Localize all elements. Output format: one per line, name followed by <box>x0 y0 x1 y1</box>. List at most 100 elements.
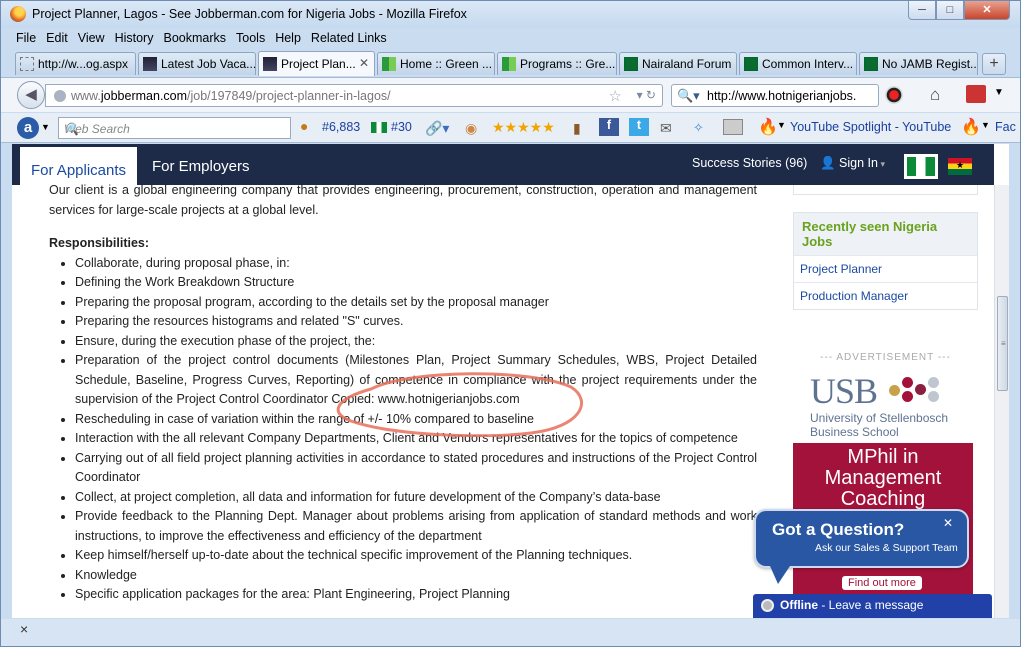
contact-card-icon[interactable] <box>723 119 743 135</box>
url-bar[interactable]: www.jobberman.com/job/197849/project-pla… <box>45 84 663 107</box>
nigeria-flag-icon[interactable] <box>904 154 938 179</box>
list-item: Preparing the proposal program, accordin… <box>75 293 757 313</box>
list-item: Preparing the resources histograms and r… <box>75 312 757 332</box>
chevron-down-icon[interactable]: ▼ <box>981 120 990 130</box>
tab-common-interview[interactable]: Common Interv... <box>739 52 857 75</box>
fire-icon[interactable]: 🔥 <box>758 117 778 137</box>
fire-icon[interactable]: 🔥 <box>961 117 981 137</box>
people-icon <box>382 57 396 71</box>
tab-blog[interactable]: http://w...og.aspx <box>15 52 136 75</box>
recent-job-link[interactable]: Production Manager <box>794 282 977 309</box>
mail-icon[interactable]: ✉ <box>660 120 672 137</box>
tab-label: Latest Job Vaca... <box>161 57 256 71</box>
close-tab-icon[interactable]: ✕ <box>359 56 369 70</box>
alexa-rank[interactable]: #6,883 <box>322 120 360 134</box>
people-icon <box>502 57 516 71</box>
tab-latest-jobs[interactable]: Latest Job Vaca... <box>138 52 256 75</box>
minimize-button[interactable]: ─ <box>908 1 936 20</box>
home-icon[interactable]: ⌂ <box>930 85 940 105</box>
ghana-flag-icon[interactable] <box>948 158 972 175</box>
usb-logo[interactable]: USB University of Stellenbosch Business S… <box>810 370 980 440</box>
menu-file[interactable]: File <box>11 29 41 49</box>
sign-in-link[interactable]: 👤 Sign In ▾ <box>820 156 885 171</box>
tab-label: Common Interv... <box>762 57 854 71</box>
tab-no-jamb[interactable]: No JAMB Regist... <box>859 52 978 75</box>
tab-green-programs[interactable]: Programs :: Gre... <box>497 52 617 75</box>
success-stories-link[interactable]: Success Stories (96) <box>692 156 807 170</box>
reload-icon[interactable]: ▾ ↻ <box>637 88 656 102</box>
list-item: Collect, at project completion, all data… <box>75 488 757 508</box>
link-icon[interactable]: 🔗▾ <box>425 120 449 137</box>
tab-for-employers[interactable]: For Employers <box>152 158 250 175</box>
nairaland-icon <box>744 57 758 71</box>
intro-text: Our client is a global engineering compa… <box>49 183 757 217</box>
rating-stars[interactable]: ★★★★★ <box>492 119 555 136</box>
country-rank[interactable]: #30 <box>391 120 412 134</box>
search-engine-icon[interactable]: 🔍▾ <box>677 88 700 104</box>
search-box[interactable]: 🔍▾ http://www.hotnigerianjobs. <box>671 84 879 107</box>
web-search-input[interactable]: Web Search 🔍 <box>58 117 291 139</box>
recent-job-link[interactable]: Project Planner <box>794 255 977 282</box>
search-input[interactable]: http://www.hotnigerianjobs. <box>707 89 856 103</box>
menu-history[interactable]: History <box>110 29 159 49</box>
offline-chat-bar[interactable]: Offline - Leave a message <box>753 594 992 618</box>
list-item: Collaborate, during proposal phase, in: <box>75 254 757 274</box>
chat-invite-bubble[interactable]: Got a Question? Ask our Sales & Support … <box>754 509 969 584</box>
facebook-toolbar-link[interactable]: Fac <box>995 120 1016 134</box>
scrollbar-thumb[interactable]: ≡ <box>997 296 1008 391</box>
tab-label: http://w...og.aspx <box>38 57 129 71</box>
chevron-down-icon[interactable]: ▼ <box>41 122 50 132</box>
twitter-icon[interactable]: t <box>629 118 649 136</box>
hand-drawn-annotation-circle <box>336 372 583 437</box>
menu-tools[interactable]: Tools <box>231 29 270 49</box>
vertical-scrollbar[interactable]: ≡ <box>994 185 1009 618</box>
addon-icon[interactable] <box>966 85 986 103</box>
new-tab-button[interactable]: + <box>982 53 1006 75</box>
status-icon <box>761 599 774 612</box>
ask-toolbar: a ▼ Web Search 🔍 ● #6,883 #30 🔗▾ ◉ ★★★★★… <box>1 113 1020 143</box>
close-button[interactable]: ✕ <box>964 1 1010 20</box>
search-icon[interactable]: 🔍 <box>64 122 276 136</box>
facebook-icon[interactable]: f <box>599 118 619 136</box>
menu-bar: File Edit View History Bookmarks Tools H… <box>1 29 1020 49</box>
tab-nairaland[interactable]: Nairaland Forum <box>619 52 737 75</box>
house-icon <box>263 57 277 71</box>
alexa-globe-icon[interactable]: ● <box>300 118 308 134</box>
menu-related-links[interactable]: Related Links <box>306 29 392 49</box>
ask-logo-icon[interactable]: a <box>17 117 39 139</box>
tab-project-planner[interactable]: Project Plan... ✕ <box>258 51 375 76</box>
nairaland-icon <box>624 57 638 71</box>
find-out-more-button[interactable]: Find out more <box>842 576 922 590</box>
nigeria-flag-icon <box>371 122 387 133</box>
list-item: Ensure, during the execution phase of th… <box>75 332 757 352</box>
notebook-icon[interactable]: ▮ <box>573 120 581 137</box>
bookmark-star-icon[interactable]: ☆ <box>609 87 622 105</box>
back-button[interactable]: ◀ <box>17 81 45 109</box>
menu-bookmarks[interactable]: Bookmarks <box>158 29 231 49</box>
tab-for-applicants[interactable]: For Applicants <box>20 144 137 185</box>
url-text: www.jobberman.com/job/197849/project-pla… <box>71 89 391 103</box>
menu-view[interactable]: View <box>73 29 110 49</box>
menu-edit[interactable]: Edit <box>41 29 73 49</box>
chevron-down-icon[interactable]: ▼ <box>994 87 1004 98</box>
tab-green-home[interactable]: Home :: Green ... <box>377 52 495 75</box>
medal-icon[interactable]: ◉ <box>465 120 477 137</box>
close-icon[interactable]: ✕ <box>943 516 953 530</box>
site-navigation: For Applicants For Employers Success Sto… <box>12 144 994 185</box>
nairaland-icon <box>864 57 878 71</box>
sparkle-icon[interactable]: ✧ <box>693 120 704 136</box>
offline-status: Offline <box>780 598 818 612</box>
house-icon <box>143 57 157 71</box>
chevron-down-icon: ▾ <box>877 159 885 169</box>
page-icon <box>20 57 34 71</box>
menu-help[interactable]: Help <box>270 29 306 49</box>
youtube-spotlight-link[interactable]: YouTube Spotlight - YouTube <box>790 120 951 134</box>
stop-icon[interactable] <box>885 86 903 104</box>
close-icon[interactable]: × <box>20 621 28 637</box>
tab-label: No JAMB Regist... <box>882 57 978 71</box>
window-title: Project Planner, Lagos - See Jobberman.c… <box>32 7 467 21</box>
ad-headline: MPhil in Management Coaching <box>824 446 942 510</box>
user-icon: 👤 <box>820 156 840 170</box>
chevron-down-icon[interactable]: ▼ <box>777 120 786 130</box>
maximize-button[interactable]: □ <box>936 1 964 20</box>
